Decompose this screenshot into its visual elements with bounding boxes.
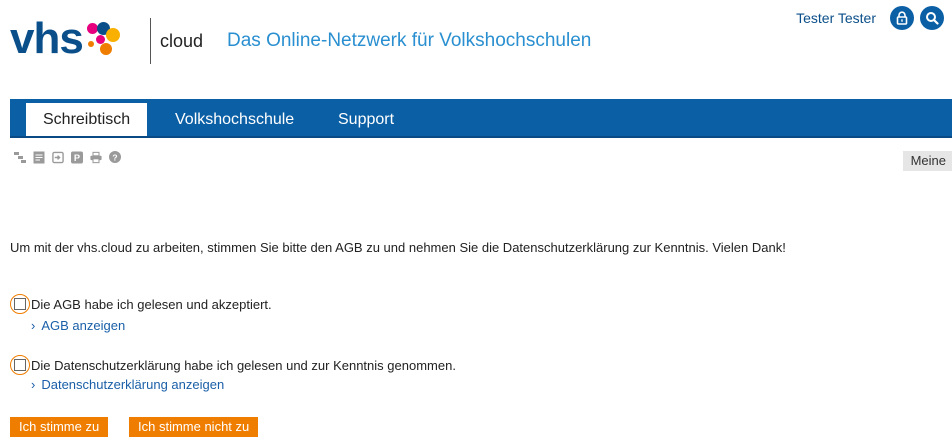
meine-button[interactable]: Meine bbox=[902, 151, 952, 171]
privacy-check-row: Die Datenschutzerklärung habe ich gelese… bbox=[10, 355, 456, 375]
tab-support[interactable]: Support bbox=[338, 103, 394, 136]
privacy-label: Die Datenschutzerklärung habe ich gelese… bbox=[31, 357, 456, 373]
logout-button[interactable] bbox=[890, 6, 914, 30]
svg-text:?: ? bbox=[112, 152, 117, 162]
agb-label: Die AGB habe ich gelesen und akzeptiert. bbox=[31, 296, 272, 312]
lock-icon bbox=[896, 11, 908, 25]
user-name-link[interactable]: Tester Tester bbox=[796, 10, 876, 26]
tree-icon[interactable] bbox=[14, 150, 26, 164]
logo-divider bbox=[150, 18, 151, 64]
vhs-logo[interactable]: vhs bbox=[10, 14, 121, 64]
parking-icon[interactable]: P bbox=[71, 150, 83, 164]
chevron-right-icon: › bbox=[31, 318, 36, 333]
notes-icon[interactable] bbox=[33, 150, 45, 164]
help-icon[interactable]: ? bbox=[109, 150, 121, 164]
login-icon[interactable] bbox=[52, 150, 64, 164]
intro-text: Um mit der vhs.cloud zu arbeiten, stimme… bbox=[10, 240, 786, 255]
privacy-link-text: Datenschutzerklärung anzeigen bbox=[41, 377, 225, 392]
privacy-checkbox[interactable] bbox=[10, 355, 30, 375]
print-icon[interactable] bbox=[90, 150, 102, 164]
logo-text: vhs bbox=[10, 14, 84, 63]
tab-volkshochschule[interactable]: Volkshochschule bbox=[175, 103, 294, 136]
chevron-right-icon: › bbox=[31, 377, 36, 392]
privacy-link[interactable]: › Datenschutzerklärung anzeigen bbox=[31, 377, 224, 392]
decline-button[interactable]: Ich stimme nicht zu bbox=[129, 417, 259, 437]
svg-text:P: P bbox=[74, 153, 80, 163]
tab-schreibtisch[interactable]: Schreibtisch bbox=[26, 103, 148, 136]
main-navbar: Schreibtisch Volkshochschule Support bbox=[10, 99, 952, 138]
user-area: Tester Tester bbox=[796, 6, 944, 30]
toolbar: P ? bbox=[14, 150, 121, 164]
accept-button[interactable]: Ich stimme zu bbox=[10, 417, 109, 437]
agb-link-text: AGB anzeigen bbox=[41, 318, 126, 333]
search-button[interactable] bbox=[920, 6, 944, 30]
agb-check-row: Die AGB habe ich gelesen und akzeptiert. bbox=[10, 294, 272, 314]
search-icon bbox=[926, 12, 939, 25]
logo-dots-icon bbox=[85, 19, 121, 59]
tagline: Das Online-Netzwerk für Volkshochschulen bbox=[227, 30, 592, 51]
agb-link[interactable]: › AGB anzeigen bbox=[31, 318, 125, 333]
logo-cloud-text: cloud bbox=[160, 31, 204, 51]
agb-checkbox[interactable] bbox=[10, 294, 30, 314]
